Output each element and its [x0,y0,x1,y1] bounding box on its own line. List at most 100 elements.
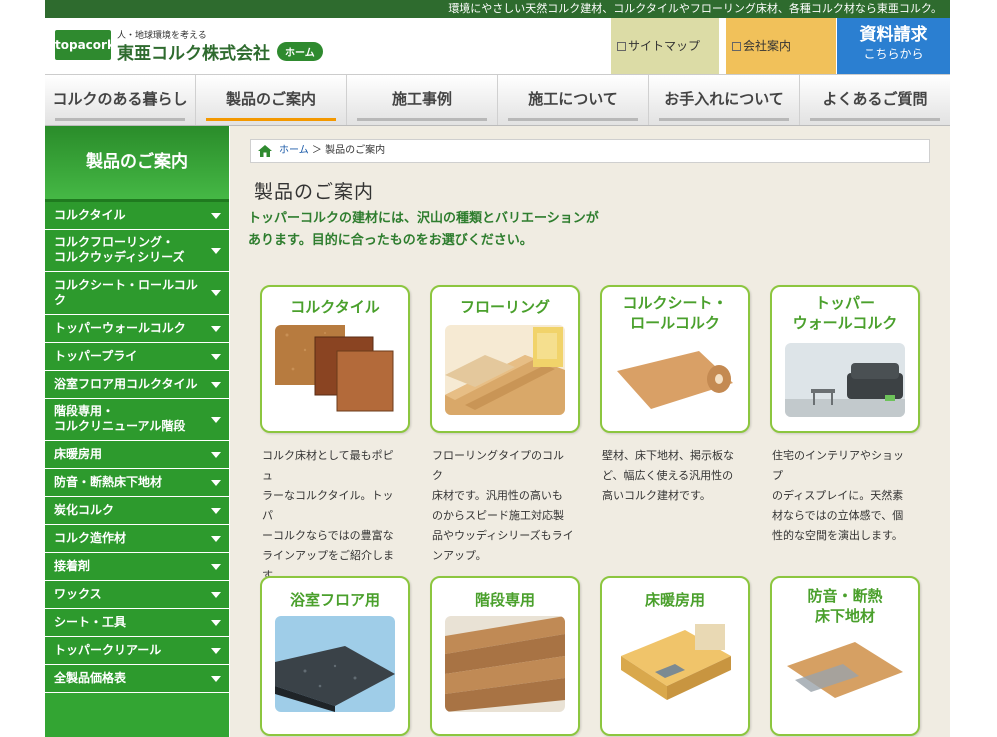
triangle-down-icon [211,247,221,254]
sidebar-item-label: トッパーウォールコルク [54,321,186,335]
triangle-down-icon [211,353,221,360]
wall-cork-image [785,343,905,417]
nav-faq[interactable]: よくあるご質問 [800,75,950,125]
sidebar-item-wax[interactable]: ワックス [45,581,229,609]
product-card-bath-floor[interactable]: 浴室フロア用 [260,576,410,736]
sidebar-item-topper-ply[interactable]: トッパープライ [45,343,229,371]
card-title: 床暖房用 [644,591,705,609]
desc-line: 品やウッディシリーズもライ [432,529,574,542]
sidebar-item-label: コルクタイル [54,208,126,222]
sitemap-link[interactable]: サイトマップ [611,18,719,74]
sidebar-item-floor-heating[interactable]: 床暖房用 [45,441,229,469]
desc-line: 性的な空間を演出します。 [772,529,903,542]
card-desc-cork-sheet: 壁材、床下地材、掲示板な ど、幅広く使える汎用性の 高いコルク建材です。 [602,446,744,506]
desc-line: フローリングタイプのコルク [432,449,564,482]
triangle-down-icon [211,591,221,598]
sidebar-title: 製品のご案内 [45,126,229,202]
request-sub-label: こちらから [863,47,924,61]
desc-line: 材ならではの立体感で、個 [772,509,904,522]
triangle-down-icon [211,325,221,332]
sidebar-item-label: ワックス [54,587,102,601]
desc-line: ラインアップをご紹介しま [262,549,394,562]
sidebar-item-label-2: コルクリニューアル階段 [54,419,186,433]
home-icon [258,145,272,157]
sidebar: 製品のご案内 コルクタイル コルクフローリング・ コルクウッディシリーズ コルクシ… [45,126,229,737]
product-card-soundproof[interactable]: 防音・断熱 床下地材 [770,576,920,736]
arrow-box-icon [617,42,626,51]
sidebar-item-label: コルクフローリング・ [54,235,175,249]
request-materials-button[interactable]: 資料請求 こちらから [837,18,950,74]
card-desc-cork-tile: コルク床材として最もポピュ ラーなコルクタイル。トッパ ーコルクならではの豊富な… [262,446,404,586]
sidebar-item-cork-flooring[interactable]: コルクフローリング・ コルクウッディシリーズ [45,230,229,272]
soundproof-image [785,636,905,714]
desc-line: のディスプレイに。天然素 [772,489,904,502]
card-title-line-2: 床下地材 [814,607,875,625]
sidebar-item-soundproof[interactable]: 防音・断熱床下地材 [45,469,229,497]
nav-cork-life[interactable]: コルクのある暮らし [45,75,196,125]
card-title-line-1: コルクシート・ [622,294,728,312]
nav-products[interactable]: 製品のご案内 [196,75,347,125]
card-title-line-2: ウォールコルク [792,314,898,332]
desc-line: ど、幅広く使える汎用性の [602,469,734,482]
card-title: トッパー ウォールコルク [772,293,918,333]
triangle-down-icon [211,451,221,458]
sidebar-item-label: コルク造作材 [54,531,127,545]
request-main-label: 資料請求 [859,25,928,45]
floor-heating-image [615,616,735,712]
bath-floor-image [275,616,395,712]
breadcrumb-current: 製品のご案内 [325,145,386,156]
product-card-cork-sheet[interactable]: コルクシート・ ロールコルク [600,285,750,433]
triangle-down-icon [211,416,221,423]
product-card-cork-tile[interactable]: コルクタイル [260,285,410,433]
sidebar-item-label: コルクシート・ロールコルク [54,278,198,307]
triangle-down-icon [211,212,221,219]
desc-line: 壁材、床下地材、掲示板な [602,449,734,462]
sidebar-menu: コルクタイル コルクフローリング・ コルクウッディシリーズ コルクシート・ロールコ… [45,202,229,693]
company-info-link[interactable]: 会社案内 [726,18,836,74]
sidebar-item-cork-tile[interactable]: コルクタイル [45,202,229,230]
company-info-label: 会社案内 [743,39,792,53]
triangle-down-icon [211,647,221,654]
nav-maintenance[interactable]: お手入れについて [649,75,800,125]
sidebar-item-adhesive[interactable]: 接着剤 [45,553,229,581]
sidebar-item-label: シート・工具 [54,615,127,629]
sidebar-item-stairs[interactable]: 階段専用・ コルクリニューアル階段 [45,399,229,441]
desc-line: 住宅のインテリアやショップ [772,449,904,482]
page-title: 製品のご案内 [254,181,375,203]
sidebar-item-bath-floor[interactable]: 浴室フロア用コルクタイル [45,371,229,399]
topacork-logo[interactable]: topacork [55,30,115,60]
intro-text: トッパーコルクの建材には、沢山の種類とバリエーションが あります。目的に合ったも… [248,208,599,252]
card-title-line-2: ロールコルク [630,314,720,332]
sidebar-item-label: トッパークリアール [54,643,162,657]
product-card-floor-heating[interactable]: 床暖房用 [600,576,750,736]
sidebar-item-label: トッパープライ [54,349,138,363]
nav-case-studies[interactable]: 施工事例 [347,75,498,125]
card-title: 防音・断熱 床下地材 [772,586,918,626]
sidebar-item-carbonized[interactable]: 炭化コルク [45,497,229,525]
product-card-stairs[interactable]: 階段専用 [430,576,580,736]
desc-line: 床材です。汎用性の高いも [432,489,563,502]
card-title-line-1: 防音・断熱 [807,587,883,605]
triangle-down-icon [211,675,221,682]
desc-line: 高いコルク建材です。 [602,489,711,502]
nav-installation[interactable]: 施工について [498,75,649,125]
sidebar-item-label: 全製品価格表 [54,671,127,685]
sidebar-item-fixtures[interactable]: コルク造作材 [45,525,229,553]
home-button[interactable]: ホーム [277,42,323,61]
card-title: フローリング [459,298,550,316]
sidebar-item-label: 接着剤 [54,559,91,573]
sidebar-item-label: 浴室フロア用コルクタイル [54,377,198,391]
product-card-wall-cork[interactable]: トッパー ウォールコルク [770,285,920,433]
sidebar-item-clear[interactable]: トッパークリアール [45,637,229,665]
breadcrumb-home-link[interactable]: ホーム [279,145,309,156]
triangle-down-icon [211,563,221,570]
sidebar-item-cork-sheet[interactable]: コルクシート・ロールコルク [45,272,229,315]
sidebar-item-wall-cork[interactable]: トッパーウォールコルク [45,315,229,343]
intro-line-2: あります。目的に合ったものをお選びください。 [248,233,533,248]
product-card-flooring[interactable]: フローリング [430,285,580,433]
company-name[interactable]: 東亜コルク株式会社 [117,39,270,64]
sidebar-item-price-list[interactable]: 全製品価格表 [45,665,229,693]
sidebar-item-sheet-tools[interactable]: シート・工具 [45,609,229,637]
card-title: 階段専用 [474,591,535,609]
triangle-down-icon [211,619,221,626]
